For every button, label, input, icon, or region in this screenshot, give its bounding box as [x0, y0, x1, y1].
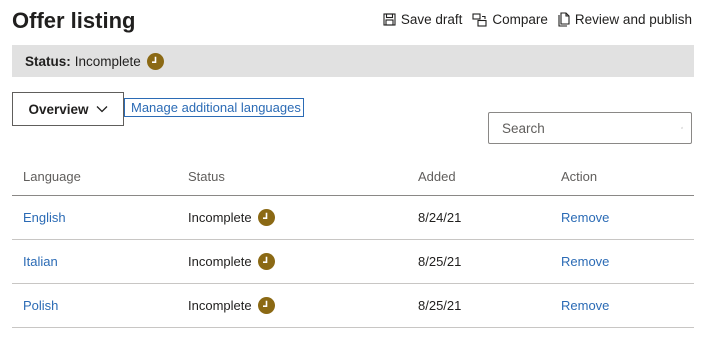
status-label: Status: [25, 53, 71, 69]
search-icon[interactable] [681, 121, 683, 135]
clock-icon [257, 297, 275, 314]
compare-button[interactable]: Compare [472, 12, 548, 27]
compare-icon [472, 12, 487, 27]
manage-languages-link[interactable]: Manage additional languages [124, 98, 304, 117]
clock-icon [257, 253, 275, 270]
language-link[interactable]: Polish [23, 298, 58, 313]
overview-label: Overview [28, 101, 89, 117]
language-link[interactable]: English [23, 210, 66, 225]
row-status: Incomplete [188, 210, 252, 225]
status-value: Incomplete [74, 53, 141, 69]
search-box [488, 112, 692, 144]
clock-icon [146, 52, 164, 70]
row-added: 8/25/21 [418, 298, 462, 313]
table-row: English Incomplete 8/24/21 Remove [12, 196, 694, 240]
language-link[interactable]: Italian [23, 254, 58, 269]
overview-dropdown[interactable]: Overview [12, 92, 124, 126]
row-added: 8/25/21 [418, 254, 462, 269]
save-icon [383, 13, 396, 26]
document-icon [558, 12, 570, 27]
search-input[interactable] [500, 119, 681, 137]
compare-label: Compare [492, 12, 548, 27]
row-status: Incomplete [188, 254, 252, 269]
toolbar: Save draft Compare Review and publish [373, 12, 692, 27]
save-draft-label: Save draft [400, 12, 463, 27]
page-title: Offer listing [12, 8, 136, 33]
remove-link[interactable]: Remove [561, 298, 609, 313]
save-draft-button[interactable]: Save draft [383, 12, 463, 27]
remove-link[interactable]: Remove [561, 254, 609, 269]
chevron-down-icon [96, 106, 107, 113]
status-bar: Status: Incomplete [12, 45, 694, 77]
remove-link[interactable]: Remove [561, 210, 609, 225]
review-publish-label: Review and publish [574, 12, 692, 27]
header-added: Added [418, 169, 456, 184]
languages-table: Language Status Added Action English Inc… [12, 158, 694, 328]
row-added: 8/24/21 [418, 210, 462, 225]
table-row: Italian Incomplete 8/25/21 Remove [12, 240, 694, 284]
table-header: Language Status Added Action [12, 158, 694, 196]
table-row: Polish Incomplete 8/25/21 Remove [12, 284, 694, 328]
header-language: Language [23, 169, 81, 184]
clock-icon [257, 209, 275, 226]
review-publish-button[interactable]: Review and publish [558, 12, 692, 27]
header-action: Action [561, 169, 598, 184]
row-status: Incomplete [188, 298, 252, 313]
header-status: Status [188, 169, 225, 184]
